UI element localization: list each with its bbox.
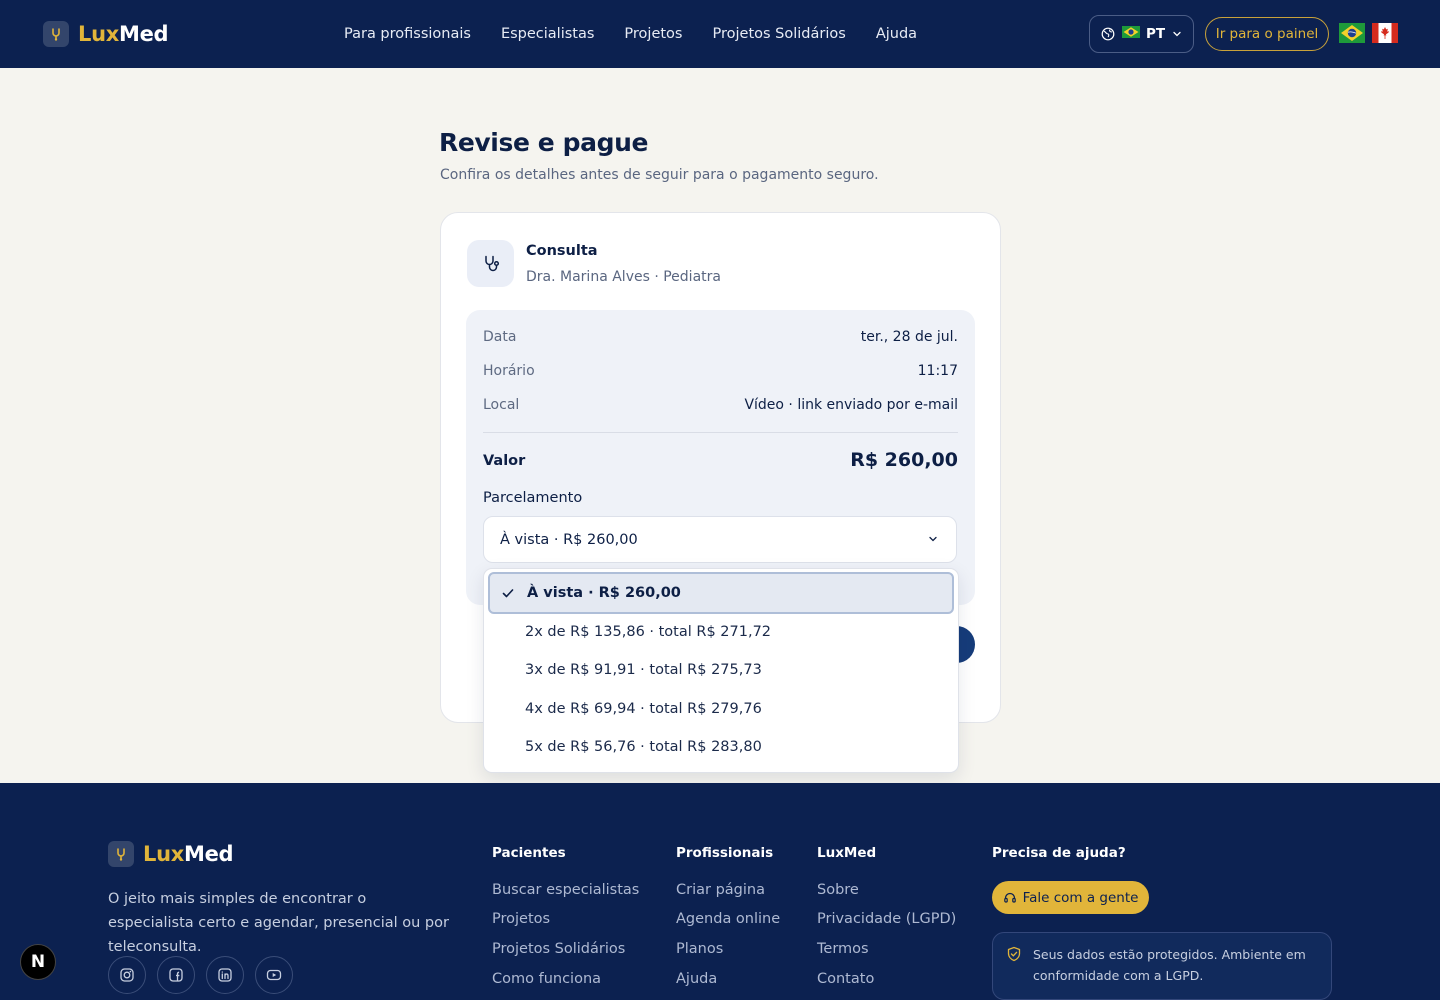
installments-select[interactable]: À vista · R$ 260,00 (483, 516, 957, 563)
footer-col-title: Profissionais (676, 845, 774, 861)
footer-link[interactable]: Privacidade (LGPD) (817, 911, 956, 927)
top-navbar: LuxMed Para profissionais Especialistas … (0, 0, 1440, 68)
footer-link[interactable]: Ajuda (676, 971, 717, 987)
installment-option[interactable]: 2x de R$ 135,86 · total R$ 271,72 (488, 611, 954, 653)
logo-lux: Lux (143, 842, 184, 866)
installment-option[interactable]: 3x de R$ 91,91 · total R$ 275,73 (488, 649, 954, 691)
summary-row-local: Local Vídeo · link enviado por e-mail (483, 395, 958, 415)
logo-lux: Lux (78, 22, 119, 46)
price-value: R$ 260,00 (850, 449, 958, 471)
page-subtitle: Confira os detalhes antes de seguir para… (440, 167, 879, 183)
installments-label: Parcelamento (483, 490, 583, 506)
help-title: Precisa de ajuda? (992, 845, 1126, 861)
page-title: Revise e pague (439, 128, 649, 157)
chevron-down-icon (1172, 29, 1182, 39)
chevron-down-icon (927, 533, 939, 545)
installment-option-label: 4x de R$ 69,94 · total R$ 279,76 (525, 701, 762, 717)
contact-us-button[interactable]: Fale com a gente (992, 881, 1149, 914)
dev-badge[interactable]: N (20, 944, 56, 980)
installment-option-label: À vista · R$ 260,00 (527, 585, 681, 601)
installment-option[interactable]: 4x de R$ 69,94 · total R$ 279,76 (488, 688, 954, 730)
price-label: Valor (483, 453, 526, 469)
shield-check-icon (1006, 946, 1022, 962)
installment-option-label: 2x de R$ 135,86 · total R$ 271,72 (525, 624, 772, 640)
lgpd-notice: Seus dados estão protegidos. Ambiente em… (992, 932, 1332, 1000)
logo-med: Med (183, 842, 234, 866)
nav-projetos-solidarios[interactable]: Projetos Solidários (713, 26, 846, 42)
youtube-icon[interactable] (255, 956, 293, 994)
nav-especialistas[interactable]: Especialistas (501, 26, 594, 42)
footer-description: O jeito mais simples de encontrar o espe… (108, 891, 449, 955)
brazil-flag-icon (1122, 26, 1140, 42)
footer: LuxMed O jeito mais simples de encontrar… (0, 783, 1440, 1000)
footer-link[interactable]: Projetos (492, 911, 550, 927)
lgpd-text: Seus dados estão protegidos. Ambiente em… (1033, 947, 1306, 983)
booking-summary: Data ter., 28 de jul. Horário 11:17 Loca… (466, 310, 975, 605)
footer-col-title: Pacientes (492, 845, 566, 861)
footer-link[interactable]: Buscar especialistas (492, 882, 639, 898)
summary-label: Horário (483, 363, 535, 379)
language-selector[interactable]: PT (1089, 15, 1194, 53)
footer-col-pacientes: Pacientes (492, 845, 566, 861)
footer-link[interactable]: Agenda online (676, 911, 780, 927)
summary-value: ter., 28 de jul. (860, 329, 958, 345)
nav-ajuda[interactable]: Ajuda (876, 26, 917, 42)
logo-icon (43, 21, 69, 47)
installment-option-selected[interactable]: À vista · R$ 260,00 (488, 572, 954, 614)
service-subtitle: Dra. Marina Alves · Pediatra (526, 269, 721, 285)
footer-link[interactable]: Criar página (676, 882, 765, 898)
linkedin-icon[interactable] (206, 956, 244, 994)
globe-icon (1101, 27, 1115, 41)
installment-option-label: 3x de R$ 91,91 · total R$ 275,73 (525, 662, 762, 678)
installment-option[interactable]: 5x de R$ 56,76 · total R$ 283,80 (488, 726, 954, 768)
service-title: Consulta (526, 243, 598, 259)
footer-col-luxmed: LuxMed (817, 845, 876, 861)
installment-option-label: 5x de R$ 56,76 · total R$ 283,80 (525, 739, 762, 755)
logo[interactable]: LuxMed (43, 20, 169, 48)
check-icon (501, 586, 515, 600)
summary-row-data: Data ter., 28 de jul. (483, 327, 958, 347)
language-code: PT (1146, 26, 1166, 42)
footer-col-help: Precisa de ajuda? (992, 845, 1126, 861)
main-nav: Para profissionais Especialistas Projeto… (344, 0, 947, 68)
footer-link[interactable]: Contato (817, 971, 874, 987)
footer-link[interactable]: Projetos Solidários (492, 941, 625, 957)
summary-label: Data (483, 329, 517, 345)
summary-row-horario: Horário 11:17 (483, 361, 958, 381)
summary-label: Local (483, 397, 520, 413)
installments-dropdown: À vista · R$ 260,00 2x de R$ 135,86 · to… (483, 568, 959, 773)
nav-para-profissionais[interactable]: Para profissionais (344, 26, 471, 42)
installments-selected-value: À vista · R$ 260,00 (500, 531, 638, 548)
headset-icon (1003, 891, 1017, 905)
footer-logo[interactable]: LuxMed (108, 841, 234, 867)
footer-link[interactable]: Planos (676, 941, 723, 957)
footer-link[interactable]: Como funciona (492, 971, 601, 987)
facebook-icon[interactable] (157, 956, 195, 994)
footer-col-profissionais: Profissionais (676, 845, 773, 861)
stethoscope-icon (467, 240, 514, 287)
footer-col-title: LuxMed (817, 845, 877, 861)
summary-divider (483, 432, 958, 433)
summary-value: 11:17 (917, 363, 958, 379)
summary-value: Vídeo · link enviado por e-mail (744, 397, 958, 413)
footer-link[interactable]: Sobre (817, 882, 859, 898)
canada-flag-icon[interactable] (1372, 23, 1398, 47)
nav-projetos[interactable]: Projetos (624, 26, 682, 42)
go-to-panel-button[interactable]: Ir para o painel (1205, 17, 1329, 51)
instagram-icon[interactable] (108, 956, 146, 994)
logo-med: Med (118, 22, 169, 46)
brazil-flag-icon[interactable] (1339, 23, 1365, 47)
logo-icon (108, 841, 134, 867)
footer-link[interactable]: Termos (817, 941, 869, 957)
contact-us-label: Fale com a gente (1022, 889, 1139, 906)
